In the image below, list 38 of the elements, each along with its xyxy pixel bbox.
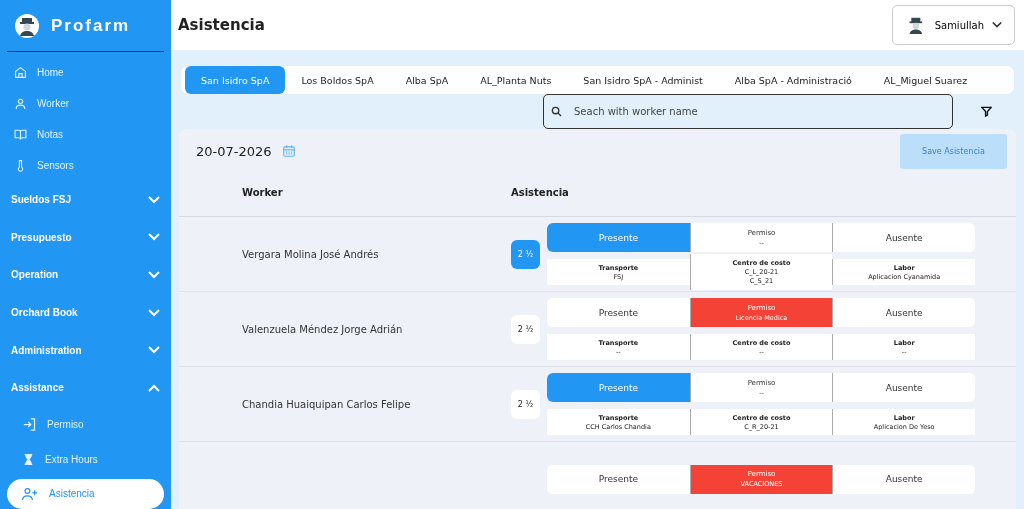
- attendance-option[interactable]: Ausente: [832, 298, 975, 327]
- attendance-option[interactable]: Ausente: [832, 373, 975, 402]
- half-day-toggle[interactable]: 2 ½: [511, 314, 540, 344]
- attendance-option[interactable]: Ausente: [832, 464, 975, 494]
- enter-icon: [22, 416, 37, 432]
- company-tab[interactable]: Alba SpA - Administració: [718, 66, 868, 94]
- chevron-icon: [148, 308, 160, 317]
- chevron-icon: [148, 383, 160, 392]
- brand-name: Profarm: [51, 15, 131, 36]
- attendance-option[interactable]: Ausente: [832, 223, 975, 252]
- chevron-icon: [148, 195, 160, 204]
- worker-name: Vergara Molina José Andrés: [242, 248, 380, 260]
- hourglass-icon: [22, 451, 35, 467]
- company-tab[interactable]: Alba SpA: [389, 66, 465, 94]
- company-tab[interactable]: AL_Miguel Suarez: [867, 66, 984, 94]
- half-day-toggle[interactable]: 2 ½: [511, 389, 540, 419]
- column-header: Worker: [242, 187, 284, 198]
- company-tab[interactable]: San Isidro SpA - Administ: [567, 66, 719, 94]
- company-tab[interactable]: AL_Planta Nuts: [464, 66, 568, 94]
- chevron-icon: [992, 21, 1002, 29]
- worker-name: Chandia Huaiquipan Carlos Felipe: [242, 398, 412, 410]
- chevron-icon: [148, 233, 160, 242]
- person-icon: [14, 97, 27, 110]
- search-icon: [551, 106, 562, 117]
- user-menu-button[interactable]: Samiullah: [892, 5, 1015, 45]
- company-tab[interactable]: Los Boldos SpA: [285, 66, 390, 94]
- chevron-icon: [148, 271, 160, 279]
- add-person-icon: [22, 486, 39, 501]
- farmer-avatar-icon: [15, 13, 39, 38]
- home-icon: [14, 66, 27, 79]
- filter-icon[interactable]: [981, 106, 992, 117]
- chevron-icon: [148, 346, 160, 355]
- book-icon: [14, 128, 27, 141]
- date-text: 20-07-2026: [196, 143, 272, 159]
- worker-name: Valenzuela Méndez Jorge Adrián: [242, 323, 404, 335]
- column-header: Asistencia: [511, 187, 570, 198]
- search-field[interactable]: Seach with worker name: [543, 94, 953, 129]
- page-title: Asistencia: [178, 16, 265, 34]
